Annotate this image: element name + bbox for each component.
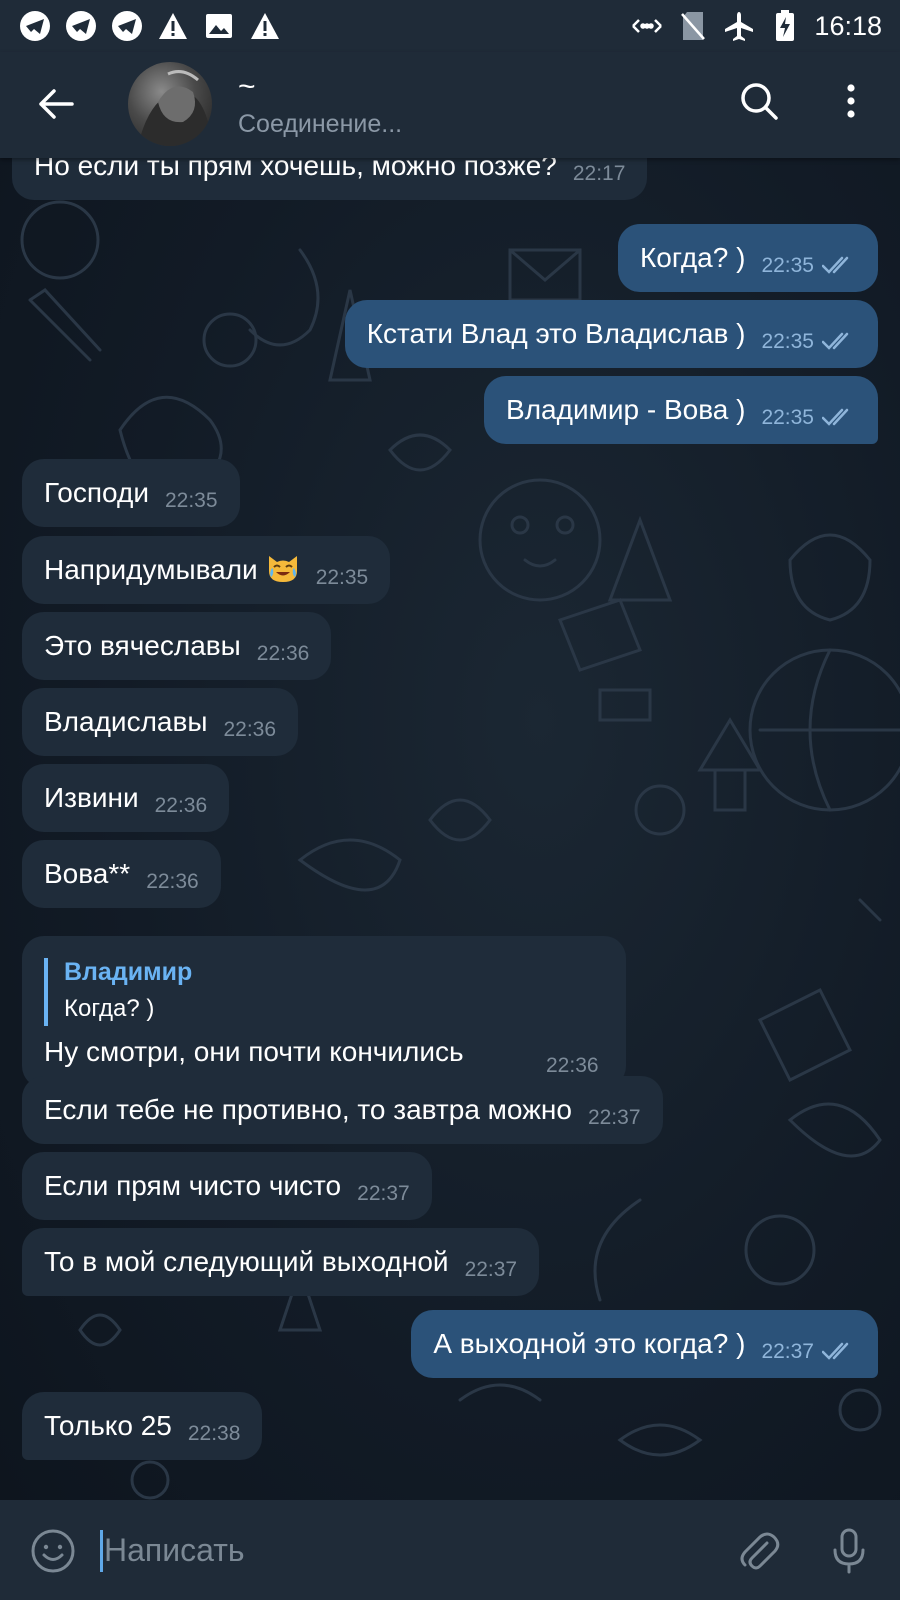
- message-time: 22:36: [154, 794, 208, 817]
- voice-message-button[interactable]: [822, 1524, 876, 1578]
- search-button[interactable]: [734, 76, 784, 126]
- message-time: 22:37: [587, 1106, 641, 1129]
- warning-icon: [156, 9, 190, 43]
- message-text: То в мой следующий выходной: [44, 1246, 449, 1277]
- message-text: Напридумывали: [44, 554, 258, 585]
- telegram-notification-icon: [64, 9, 98, 43]
- message-text: Господи: [44, 477, 149, 508]
- message-text: Это вячеславы: [44, 630, 241, 661]
- chat-title[interactable]: ~: [238, 70, 256, 104]
- telegram-notification-icon: [110, 9, 144, 43]
- message-text: Ну смотри, они почти кончились: [44, 1036, 464, 1067]
- reply-author: Владимир: [64, 958, 193, 986]
- message-incoming[interactable]: Это вячеславы 22:36: [22, 612, 332, 680]
- search-icon: [741, 83, 778, 120]
- message-text: Владиславы: [44, 706, 208, 737]
- message-incoming[interactable]: Владиславы 22:36: [22, 688, 299, 756]
- double-check-icon: [822, 256, 856, 274]
- message-text: Когда? ): [640, 242, 746, 273]
- message-text: Вова**: [44, 858, 131, 889]
- telegram-notification-icon: [18, 9, 52, 43]
- message-outgoing[interactable]: Когда? ) 22:35: [618, 224, 878, 292]
- avatar[interactable]: [128, 62, 212, 146]
- connection-status: Соединение...: [238, 110, 403, 138]
- message-incoming[interactable]: Извини 22:36: [22, 764, 230, 832]
- image-icon: [202, 9, 236, 43]
- message-incoming[interactable]: Вова** 22:36: [22, 840, 221, 908]
- message-incoming[interactable]: Только 25 22:38: [22, 1392, 263, 1460]
- chat-header: ~ Соединение...: [0, 52, 900, 158]
- message-time: 22:35: [761, 406, 814, 429]
- message-text: А выходной это когда? ): [433, 1328, 746, 1359]
- reply-text: Когда? ): [64, 995, 155, 1022]
- double-check-icon: [822, 408, 856, 426]
- emoji-button[interactable]: [28, 1526, 78, 1576]
- smile-icon: [31, 1529, 75, 1573]
- message-time: 22:36: [146, 870, 199, 893]
- message-text: Кстати Влад это Владислав ): [366, 318, 746, 349]
- message-time: 22:36: [546, 1054, 599, 1077]
- message-time: 22:37: [464, 1258, 518, 1281]
- message-time: 22:38: [187, 1422, 241, 1445]
- message-input[interactable]: [104, 1524, 684, 1576]
- battery-charging-icon: [768, 9, 802, 43]
- message-outgoing[interactable]: Кстати Влад это Владислав ) 22:35: [344, 300, 878, 368]
- message-incoming[interactable]: Если тебе не противно, то завтра можно 2…: [22, 1076, 663, 1144]
- avatar-photo: [138, 70, 212, 146]
- message-text: Но если ты прям хочешь, можно позже?: [34, 158, 557, 181]
- microphone-icon: [833, 1528, 865, 1574]
- message-time: 22:37: [761, 1340, 814, 1363]
- message-time: 22:17: [572, 162, 626, 185]
- status-bar: 16:18: [0, 0, 900, 52]
- data-transfer-icon: [630, 9, 664, 43]
- warning-icon: [248, 9, 282, 43]
- message-time: 22:35: [761, 330, 814, 353]
- message-text: Владимир - Вова ): [506, 394, 746, 425]
- message-incoming[interactable]: Если прям чисто чисто 22:37: [22, 1152, 432, 1220]
- message-time: 22:35: [164, 489, 218, 512]
- message-outgoing[interactable]: А выходной это когда? ) 22:37: [411, 1310, 878, 1378]
- double-check-icon: [822, 1342, 856, 1360]
- message-incoming[interactable]: Господи 22:35: [22, 459, 240, 527]
- message-time: 22:37: [357, 1182, 410, 1205]
- text-cursor: [100, 1530, 103, 1572]
- message-time: 22:36: [223, 718, 277, 741]
- message-composer: [0, 1500, 900, 1600]
- back-button[interactable]: [30, 78, 82, 130]
- notification-icons: [18, 8, 282, 44]
- message-incoming[interactable]: То в мой следующий выходной 22:37: [22, 1228, 540, 1296]
- attach-button[interactable]: [732, 1524, 786, 1578]
- telegram-chat-screen: 16:18 ~ Соединение... Но если ты прям хо…: [0, 0, 900, 1600]
- status-time: 16:18: [814, 10, 882, 41]
- message-incoming-reply[interactable]: Владимир Когда? ) Ну смотри, они почти к…: [22, 936, 626, 1088]
- message-time: 22:35: [761, 254, 814, 277]
- more-menu-button[interactable]: [826, 76, 876, 126]
- cat-tears-of-joy-emoji: [266, 553, 300, 583]
- message-text: Если тебе не противно, то завтра можно: [44, 1094, 572, 1125]
- message-incoming[interactable]: Напридумывали 22:35: [22, 536, 391, 604]
- airplane-icon: [722, 9, 756, 43]
- message-text: Если прям чисто чисто: [44, 1170, 342, 1201]
- message-text: Извини: [44, 782, 139, 813]
- message-incoming[interactable]: Но если ты прям хочешь, можно позже? 22:…: [12, 158, 648, 200]
- arrow-left-icon: [39, 89, 74, 119]
- paperclip-icon: [740, 1532, 780, 1570]
- system-icons: 16:18: [630, 8, 882, 44]
- message-time: 22:36: [256, 642, 310, 665]
- message-list[interactable]: Но если ты прям хочешь, можно позже? 22:…: [0, 158, 900, 1500]
- more-vertical-icon: [847, 84, 855, 118]
- message-text: Только 25: [44, 1410, 172, 1441]
- message-time: 22:35: [315, 566, 369, 589]
- reply-quote[interactable]: Владимир Когда? ): [44, 958, 192, 1026]
- double-check-icon: [822, 332, 856, 350]
- no-sim-icon: [676, 9, 710, 43]
- message-outgoing[interactable]: Владимир - Вова ) 22:35: [484, 376, 878, 444]
